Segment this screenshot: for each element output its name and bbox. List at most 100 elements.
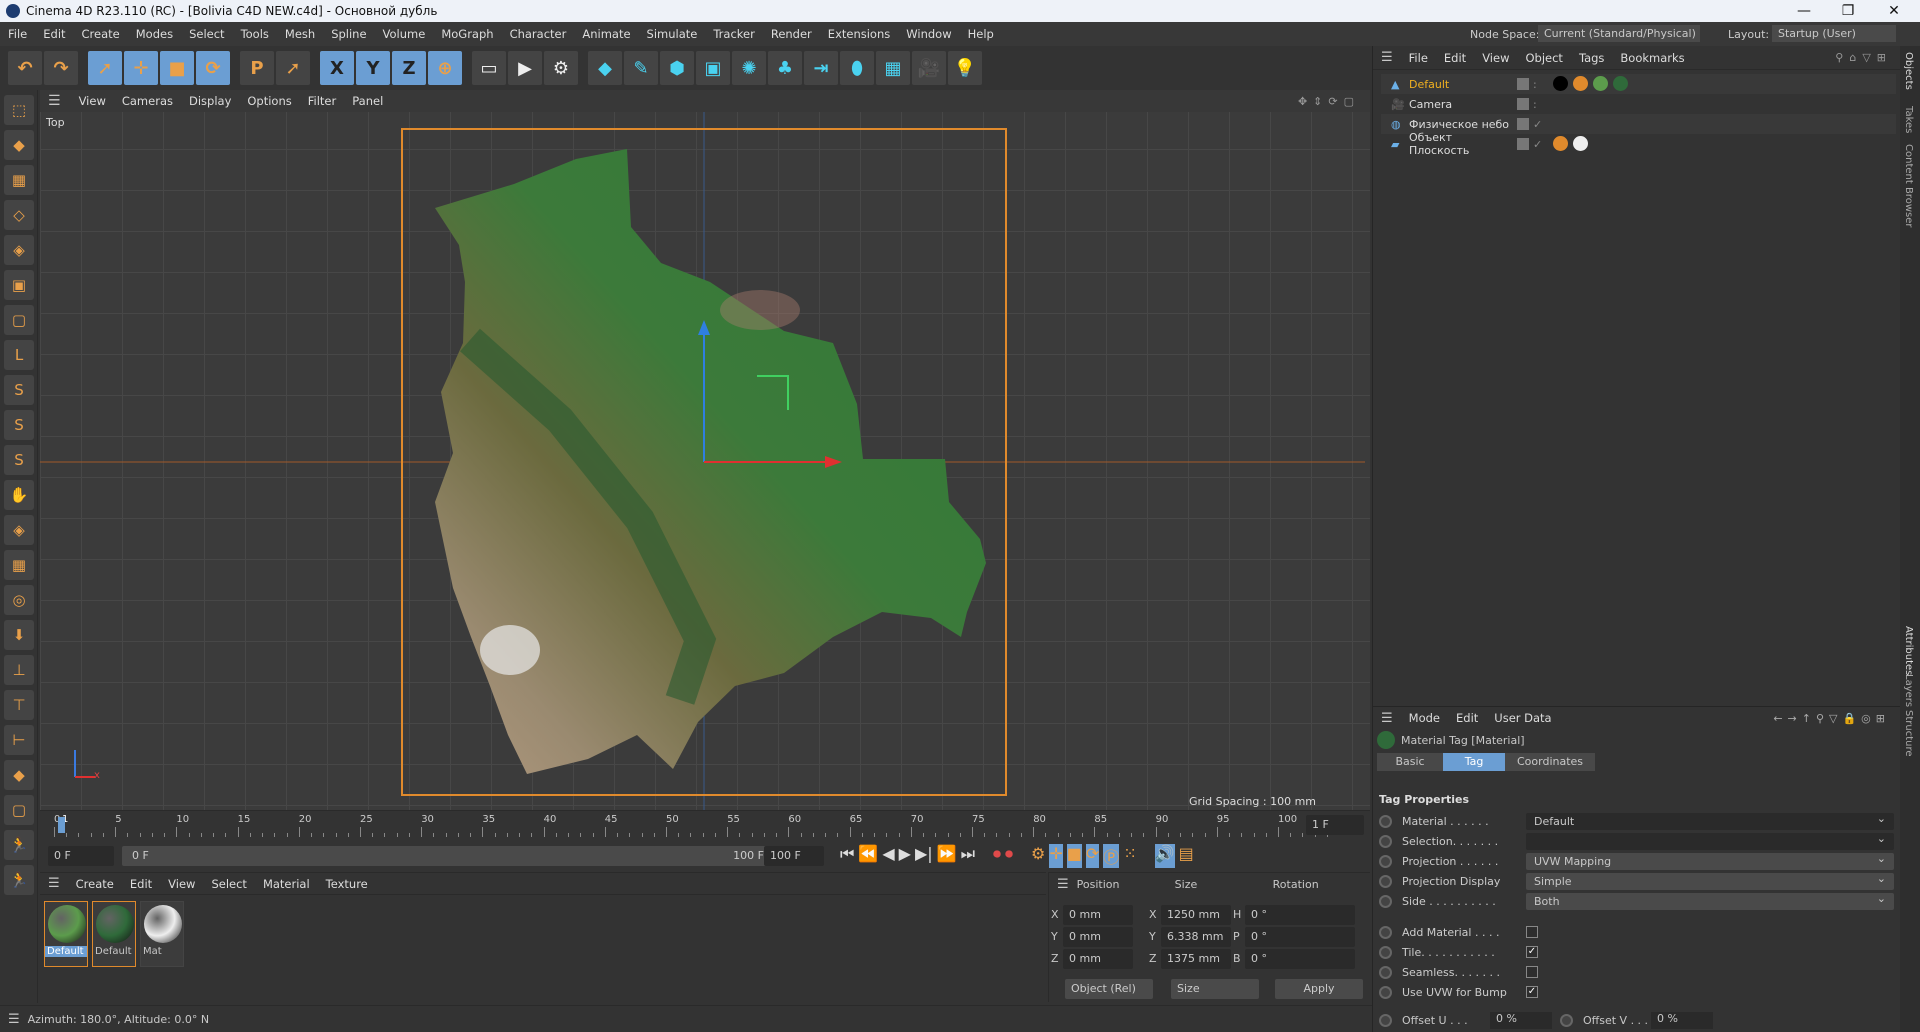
material-swatch[interactable]: Default [92,901,136,967]
visibility-toggle-icon[interactable] [1517,78,1529,90]
workplane-icon[interactable]: ◈ [4,515,34,545]
layer-dots-icon[interactable]: ✓ [1529,138,1547,151]
object-row[interactable]: 🎥 Camera: [1381,94,1896,114]
pen-icon[interactable]: ✎ [624,51,658,85]
checkbox[interactable]: ✓ [1526,946,1538,958]
object-name[interactable]: Физическое небо [1403,118,1513,131]
size-mode-dropdown[interactable]: Size [1171,979,1259,999]
object-row[interactable]: ▰ Объект Плоскость ✓ [1381,131,1896,157]
menu-extensions[interactable]: Extensions [820,27,898,41]
cloner-icon[interactable]: ✺ [732,51,766,85]
menu-mesh[interactable]: Mesh [277,27,323,41]
menu-mograph[interactable]: MoGraph [433,27,501,41]
material-link-field[interactable]: Default [1526,810,1894,830]
visibility-toggle-icon[interactable] [1517,98,1529,110]
layer-dots-icon[interactable]: : [1529,78,1547,91]
coord-mode-dropdown[interactable]: Object (Rel) [1065,979,1153,999]
sound-icon[interactable]: 🔊 [1154,844,1175,868]
character-out-icon[interactable]: 🏃 [4,865,34,895]
coord-size-field[interactable]: 1250 mm [1161,905,1231,925]
material-menu-texture[interactable]: Texture [318,877,376,891]
attribute-nav-icons[interactable]: ←→↑⚲▽🔒◎⊞ [1773,712,1890,725]
solo-hierarchy-icon[interactable]: ▢ [4,795,34,825]
attribute-menu-user-data[interactable]: User Data [1486,711,1559,725]
select-live-icon[interactable]: ➚ [88,51,122,85]
cube-icon[interactable]: ◆ [588,51,622,85]
anim-radio[interactable] [1379,894,1392,908]
material-menu-edit[interactable]: Edit [122,877,160,891]
next-key-icon[interactable]: ⏩ [937,844,957,868]
menu-edit[interactable]: Edit [35,27,73,41]
render-picture-viewer-icon[interactable]: ▶ [508,51,542,85]
autokey-icon[interactable]: ⏺ [1005,844,1013,868]
coord-rot-field[interactable]: 0 ° [1245,927,1355,947]
close-button[interactable]: ✕ [1872,0,1916,22]
object-menu-view[interactable]: View [1474,51,1517,65]
anim-radio[interactable] [1379,854,1392,868]
timeline-ruler[interactable]: 0510152025303540455055606570758085909510… [40,810,1370,840]
phong-tag-icon[interactable] [1553,136,1568,151]
hamburger-icon[interactable]: ☰ [48,876,60,891]
menu-render[interactable]: Render [763,27,820,41]
key-parameter-icon[interactable]: Ⓟ [1103,844,1120,868]
visibility-toggle-icon[interactable] [1517,138,1529,150]
menu-modes[interactable]: Modes [128,27,181,41]
material-menu-view[interactable]: View [160,877,203,891]
material-menu-select[interactable]: Select [203,877,254,891]
layer-dots-icon[interactable]: : [1529,98,1547,111]
viewport-top[interactable]: Top x Grid Spacing : 100 mm [40,112,1370,810]
hamburger-icon[interactable]: ☰ [1381,711,1393,726]
object-row[interactable]: ▲ Default: [1381,74,1896,94]
viewport-menu-filter[interactable]: Filter [300,94,344,108]
material-menu-create[interactable]: Create [68,877,122,891]
side-dropdown[interactable]: Both [1526,890,1894,910]
checkbox[interactable]: ✓ [1526,986,1538,998]
tweak-icon[interactable]: ✋ [4,480,34,510]
symmetry-icon[interactable]: ⇥ [804,51,838,85]
menu-tracker[interactable]: Tracker [705,27,763,41]
hamburger-icon[interactable]: ☰ [1057,877,1069,892]
layer-dots-icon[interactable]: ✓ [1529,118,1547,131]
tab-coordinates[interactable]: Coordinates [1505,753,1596,771]
object-name[interactable]: Объект Плоскость [1403,131,1513,157]
material-tag-icon[interactable] [1593,76,1608,91]
motion-icon[interactable]: ⊥ [4,655,34,685]
side-tab-structure[interactable]: Structure [1903,710,1914,757]
coord-pos-field[interactable]: 0 mm [1063,949,1133,969]
anim-radio[interactable] [1379,945,1392,959]
last-tool-icon[interactable]: ➚ [276,51,310,85]
extrude-icon[interactable]: ▣ [696,51,730,85]
checkbox[interactable] [1526,926,1538,938]
soft-selection-icon[interactable]: S [4,445,34,475]
record-icon[interactable]: ⏺ [993,844,1001,868]
render-view-icon[interactable]: ▭ [472,51,506,85]
menu-tools[interactable]: Tools [233,27,277,41]
next-frame-icon[interactable]: ▶| [915,844,933,868]
keyframe-selection-icon[interactable]: ⚙ [1031,844,1045,868]
subdivision-icon[interactable]: ⬢ [660,51,694,85]
previous-frame-icon[interactable]: ◀ [882,844,894,868]
key-scale-icon[interactable]: ■ [1066,844,1082,868]
floor-icon[interactable]: ▦ [876,51,910,85]
coord-size-field[interactable]: 6.338 mm [1161,927,1231,947]
attribute-menu-edit[interactable]: Edit [1448,711,1486,725]
viewport-menu-options[interactable]: Options [239,94,299,108]
timeline-window-icon[interactable]: ▤ [1179,844,1194,868]
key-pla-icon[interactable]: ⁙ [1123,844,1136,868]
z-axis-icon[interactable]: Z [392,51,426,85]
play-icon[interactable]: ▶ [899,844,911,868]
mograph-array-icon[interactable]: ♣ [768,51,802,85]
anim-radio[interactable] [1379,834,1392,848]
side-tab-objects[interactable]: Objects [1903,52,1914,90]
camera-icon[interactable]: 🎥 [912,51,946,85]
object-name[interactable]: Default [1403,78,1513,91]
anim-radio[interactable] [1379,965,1392,979]
undo-icon[interactable]: ↶ [8,51,42,85]
object-manager-tools[interactable]: ⚲⌂▽⊞ [1835,51,1892,64]
tab-basic[interactable]: Basic [1377,753,1443,771]
viewport-menu-display[interactable]: Display [181,94,239,108]
anim-radio[interactable] [1560,1013,1573,1027]
anim-radio[interactable] [1379,985,1392,999]
floor-align-icon[interactable]: ⬇ [4,620,34,650]
move-up-icon[interactable]: ⊢ [4,725,34,755]
